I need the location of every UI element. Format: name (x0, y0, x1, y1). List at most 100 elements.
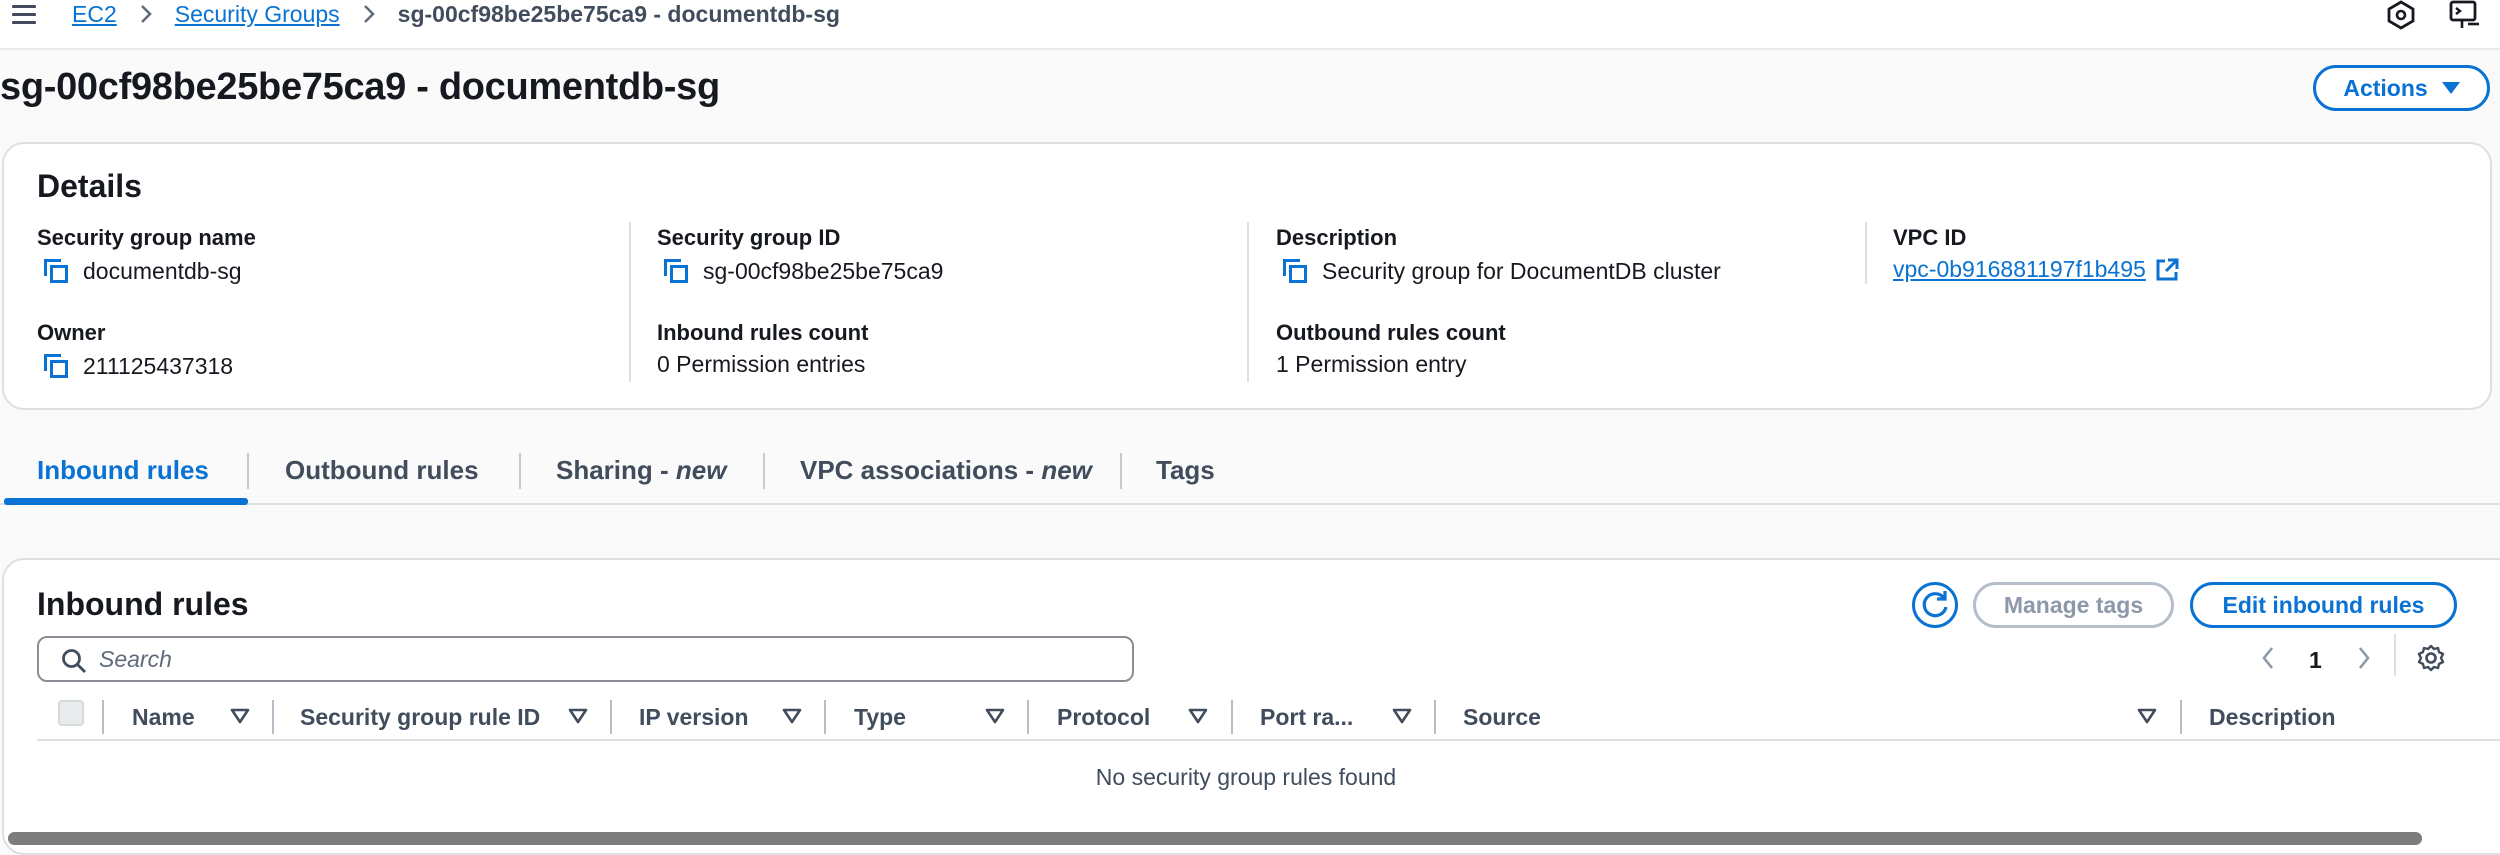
security-group-id-label: Security group ID (657, 225, 841, 250)
horizontal-scrollbar[interactable] (8, 832, 2422, 845)
column-header-description[interactable]: Description (2209, 702, 2336, 732)
outbound-rules-count-label: Outbound rules count (1276, 320, 1506, 345)
cloudshell-icon[interactable] (2448, 0, 2480, 30)
column-divider (1434, 700, 1436, 734)
column-header-port-range[interactable]: Port ra... (1260, 702, 1353, 732)
tab-label: Inbound rules (37, 455, 209, 485)
column-header-type[interactable]: Type (854, 702, 906, 732)
vpc-id-link[interactable]: vpc-0b916881197f1b495 (1893, 256, 2146, 283)
column-header-source[interactable]: Source (1463, 702, 1541, 732)
chevron-right-icon (139, 3, 153, 25)
column-header-name[interactable]: Name (132, 702, 195, 732)
inbound-rules-title: Inbound rules (37, 586, 249, 622)
tab-label: Outbound rules (285, 455, 479, 485)
external-link-icon[interactable] (2154, 257, 2180, 283)
copy-icon[interactable] (41, 256, 71, 286)
search-field[interactable] (37, 636, 1134, 682)
security-group-id-text: sg-00cf98be25be75ca9 (703, 257, 944, 284)
tab-vpc-associations[interactable]: VPC associations - new (800, 455, 1092, 486)
page-title: sg-00cf98be25be75ca9 - documentdb-sg (0, 66, 720, 108)
sort-icon[interactable] (984, 705, 1006, 727)
tab-new-badge: new (1041, 455, 1092, 485)
outbound-rules-count-value: 1 Permission entry (1276, 351, 1467, 377)
menu-icon[interactable] (10, 2, 40, 28)
tab-new-badge: new (675, 455, 727, 485)
search-icon (62, 649, 86, 673)
sort-icon[interactable] (1187, 705, 1209, 727)
copy-icon[interactable] (41, 351, 71, 381)
owner-text: 211125437318 (83, 352, 234, 379)
owner-label: Owner (37, 320, 106, 345)
column-header-protocol[interactable]: Protocol (1057, 702, 1150, 732)
actions-button-label: Actions (2343, 74, 2428, 101)
copy-icon[interactable] (1280, 256, 1310, 286)
tab-label: Sharing - (556, 455, 676, 485)
column-divider (1231, 700, 1233, 734)
description-value: Security group for DocumentDB cluster (1280, 256, 1721, 286)
refresh-button[interactable] (1912, 582, 1958, 628)
actions-button[interactable]: Actions (2313, 65, 2490, 111)
sort-icon[interactable] (229, 705, 251, 727)
security-group-id-value: sg-00cf98be25be75ca9 (661, 256, 943, 286)
empty-state-message: No security group rules found (1095, 764, 1397, 790)
tab-tags[interactable]: Tags (1156, 455, 1215, 486)
tab-inbound-rules[interactable]: Inbound rules (37, 455, 209, 486)
tab-bar: Inbound rules Outbound rules Sharing - n… (0, 445, 2500, 505)
pager-divider (2394, 634, 2396, 676)
owner-value: 211125437318 (41, 351, 233, 381)
inbound-rules-count-label: Inbound rules count (657, 320, 869, 345)
select-all-checkbox[interactable] (58, 700, 84, 726)
notifications-icon[interactable] (2385, 0, 2417, 30)
top-navigation-bar: EC2 Security Groups sg-00cf98be25be75ca9… (0, 0, 2500, 50)
security-group-name-label: Security group name (37, 225, 256, 250)
caret-down-icon (2441, 82, 2460, 94)
column-divider (102, 700, 104, 734)
column-header-rule-id[interactable]: Security group rule ID (300, 702, 540, 732)
breadcrumb-link-security-groups[interactable]: Security Groups (175, 1, 340, 28)
sort-icon[interactable] (567, 705, 589, 727)
page-number[interactable]: 1 (2309, 647, 2322, 674)
column-divider (610, 700, 612, 734)
sort-icon[interactable] (1391, 705, 1413, 727)
active-tab-indicator (4, 498, 248, 505)
breadcrumb-link-ec2[interactable]: EC2 (72, 1, 117, 28)
sort-icon[interactable] (2136, 705, 2158, 727)
column-header-ip-version[interactable]: IP version (639, 702, 749, 732)
tab-outbound-rules[interactable]: Outbound rules (285, 455, 479, 486)
edit-inbound-rules-label: Edit inbound rules (2222, 591, 2425, 618)
breadcrumb-current: sg-00cf98be25be75ca9 - documentdb-sg (397, 0, 840, 27)
manage-tags-button[interactable]: Manage tags (1973, 582, 2174, 628)
copy-icon[interactable] (661, 256, 691, 286)
description-text: Security group for DocumentDB cluster (1322, 257, 1721, 284)
column-divider (824, 700, 826, 734)
tab-separator (519, 453, 521, 489)
breadcrumb: EC2 Security Groups sg-00cf98be25be75ca9… (72, 0, 840, 29)
edit-inbound-rules-button[interactable]: Edit inbound rules (2190, 582, 2457, 628)
security-group-name-text: documentdb-sg (83, 257, 242, 284)
tab-label: VPC associations - (800, 455, 1042, 485)
column-divider (1247, 222, 1249, 382)
tab-separator (1120, 453, 1122, 489)
chevron-right-icon[interactable] (2356, 645, 2372, 677)
vpc-id-label: VPC ID (1893, 225, 1967, 250)
tab-bar-divider (0, 503, 2500, 505)
tab-separator (763, 453, 765, 489)
security-group-name-value: documentdb-sg (41, 256, 242, 286)
search-input[interactable] (99, 644, 1119, 674)
inbound-rules-count-value: 0 Permission entries (657, 351, 866, 377)
refresh-icon (1922, 591, 1948, 618)
sort-icon[interactable] (781, 705, 803, 727)
vpc-id-value: vpc-0b916881197f1b495 (1893, 256, 2180, 283)
column-divider (629, 222, 631, 382)
column-divider (272, 700, 274, 734)
tab-separator (247, 453, 249, 489)
tab-label: Tags (1156, 455, 1215, 485)
column-divider (1027, 700, 1029, 734)
manage-tags-label: Manage tags (2003, 591, 2144, 618)
chevron-left-icon[interactable] (2260, 645, 2276, 677)
details-title: Details (37, 168, 142, 204)
tab-sharing[interactable]: Sharing - new (556, 455, 726, 486)
column-divider (2180, 700, 2182, 734)
settings-icon[interactable] (2416, 643, 2446, 679)
description-label: Description (1276, 225, 1398, 250)
